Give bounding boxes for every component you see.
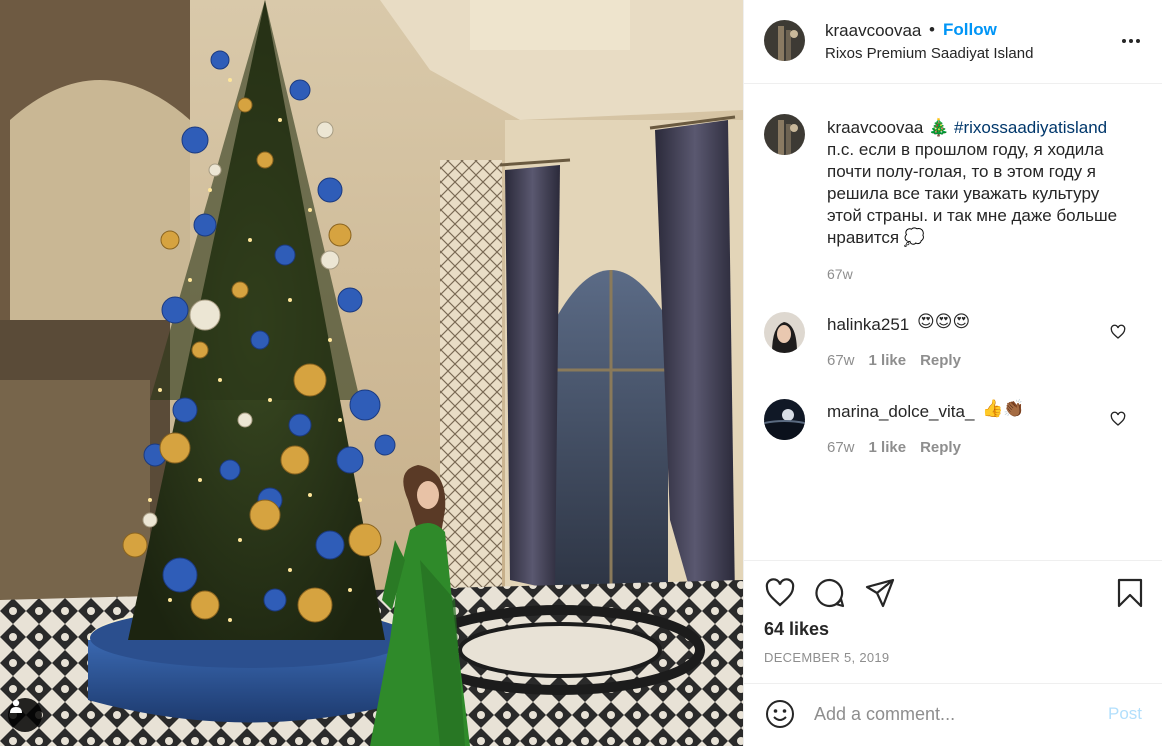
post-comment-button[interactable]: Post [1108,704,1142,724]
more-horizontal-icon[interactable] [1120,30,1142,52]
heart-icon[interactable] [764,577,796,609]
commenter-avatar[interactable] [764,312,805,353]
bookmark-icon[interactable] [1114,577,1146,609]
caption-body: п.с. если в прошлом году, я ходила почти… [827,140,1118,247]
likes-count[interactable]: 64 likes [764,619,829,640]
user-icon [10,699,22,713]
comment-username[interactable]: halinka251 [827,315,909,335]
heart-icon[interactable] [1110,411,1126,427]
caption-username[interactable]: kraavcoovaa [827,118,923,137]
follow-separator: • [929,20,935,39]
comment-meta: 67w 1 like Reply [827,352,961,369]
tagged-users-button[interactable] [8,698,42,732]
post-header: kraavcoovaa • Follow Rixos Premium Saadi… [744,0,1162,84]
comment-reply-button[interactable]: Reply [920,439,961,456]
tree-emoji: 🎄 [928,118,950,137]
comment-emoji: 👍👏🏾 [982,399,1025,418]
speech-bubble-emoji: 💭 [903,228,926,247]
comment-icon[interactable] [814,577,846,609]
commenter-avatar[interactable] [764,399,805,440]
comment-username[interactable]: marina_dolce_vita_ [827,402,974,422]
heart-icon[interactable] [1110,324,1126,340]
caption-author-avatar[interactable] [764,114,805,155]
post-photo[interactable] [0,0,743,746]
comment-likes-count[interactable]: 1 like [869,439,907,456]
post-side-panel: kraavcoovaa • Follow Rixos Premium Saadi… [743,0,1162,746]
comment-meta: 67w 1 like Reply [827,439,961,456]
share-icon[interactable] [864,577,896,609]
emoji-smile-icon[interactable] [764,698,796,730]
post-date[interactable]: DECEMBER 5, 2019 [764,650,889,665]
comment-input[interactable] [814,700,1094,728]
add-comment-bar: Post [744,683,1162,746]
post-actions: 64 likes DECEMBER 5, 2019 [744,560,1162,696]
caption-hashtag[interactable]: #rixossaadiyatisland [954,118,1107,137]
comment-timestamp[interactable]: 67w [827,352,855,369]
caption-text: kraavcoovaa 🎄 #rixossaadiyatisland п.с. … [827,117,1127,249]
post-location[interactable]: Rixos Premium Saadiyat Island [825,45,1033,62]
christmas-tree-photo [0,0,743,746]
comment-item: marina_dolce_vita_ 👍👏🏾 67w 1 like Reply [744,399,1162,479]
comment-likes-count[interactable]: 1 like [869,352,907,369]
comment-item: halinka251 😍😍😍 67w 1 like Reply [744,312,1162,392]
caption-timestamp[interactable]: 67w [827,266,853,282]
follow-button[interactable]: Follow [943,20,997,40]
comment-reply-button[interactable]: Reply [920,352,961,369]
author-username[interactable]: kraavcoovaa [825,21,921,41]
comment-timestamp[interactable]: 67w [827,439,855,456]
author-avatar[interactable] [764,20,805,61]
comment-emoji: 😍😍😍 [917,312,971,331]
